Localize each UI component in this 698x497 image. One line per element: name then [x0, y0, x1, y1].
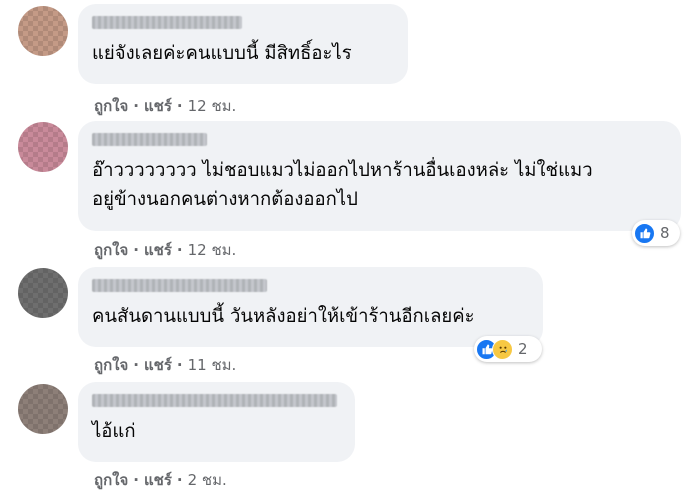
like-icon [634, 222, 655, 244]
reactions[interactable]: 2 [474, 336, 542, 362]
avatar[interactable] [18, 384, 68, 434]
share-link[interactable]: แชร์ [144, 356, 172, 374]
separator: · [176, 356, 183, 374]
comment-text: อ๊าวววววววว ไม่ชอบแมวไม่ออกไปหาร้านอื่นเ… [92, 160, 593, 210]
comment-bubble: คนสันดานแบบนี้ วันหลังอย่าให้เข้าร้านอีก… [78, 267, 543, 347]
comment-text: ไอ้แก่ [92, 421, 136, 442]
reaction-count: 2 [518, 340, 528, 358]
author-name-blurred[interactable] [92, 279, 267, 292]
reactions[interactable]: 8 [632, 220, 680, 246]
author-name-blurred[interactable] [92, 16, 242, 29]
like-link[interactable]: ถูกใจ [94, 471, 128, 489]
author-name-blurred[interactable] [92, 394, 337, 407]
comment-bubble: แย่จังเลยค่ะคนแบบนี้ มีสิทธิ์อะไร [78, 4, 408, 84]
like-link[interactable]: ถูกใจ [94, 97, 128, 115]
avatar[interactable] [18, 122, 68, 172]
author-name-blurred[interactable] [92, 133, 207, 146]
avatar[interactable] [18, 6, 68, 56]
timestamp[interactable]: 12 ชม. [188, 97, 237, 115]
avatar[interactable] [18, 268, 68, 318]
comment-actions: ถูกใจ · แชร์ · 11 ชม. [94, 353, 236, 377]
comment-actions: ถูกใจ · แชร์ · 12 ชม. [94, 238, 236, 262]
share-link[interactable]: แชร์ [144, 241, 172, 259]
separator: · [133, 356, 139, 374]
separator: · [133, 471, 139, 489]
comment-bubble: ไอ้แก่ [78, 382, 355, 462]
share-link[interactable]: แชร์ [144, 97, 172, 115]
timestamp[interactable]: 11 ชม. [188, 356, 237, 374]
share-link[interactable]: แชร์ [144, 471, 172, 489]
reaction-count: 8 [660, 224, 670, 242]
comment-text: แย่จังเลยค่ะคนแบบนี้ มีสิทธิ์อะไร [92, 43, 352, 64]
comment-actions: ถูกใจ · แชร์ · 2 ชม. [94, 468, 227, 492]
separator: · [176, 97, 183, 115]
like-link[interactable]: ถูกใจ [94, 356, 128, 374]
timestamp[interactable]: 12 ชม. [188, 241, 237, 259]
comment-bubble: อ๊าวววววววว ไม่ชอบแมวไม่ออกไปหาร้านอื่นเ… [78, 121, 681, 231]
like-link[interactable]: ถูกใจ [94, 241, 128, 259]
separator: · [133, 97, 139, 115]
separator: · [176, 241, 183, 259]
sad-icon [492, 338, 513, 360]
comment-text: คนสันดานแบบนี้ วันหลังอย่าให้เข้าร้านอีก… [92, 306, 475, 327]
timestamp[interactable]: 2 ชม. [188, 471, 227, 489]
comment-actions: ถูกใจ · แชร์ · 12 ชม. [94, 94, 236, 118]
separator: · [176, 471, 183, 489]
separator: · [133, 241, 139, 259]
